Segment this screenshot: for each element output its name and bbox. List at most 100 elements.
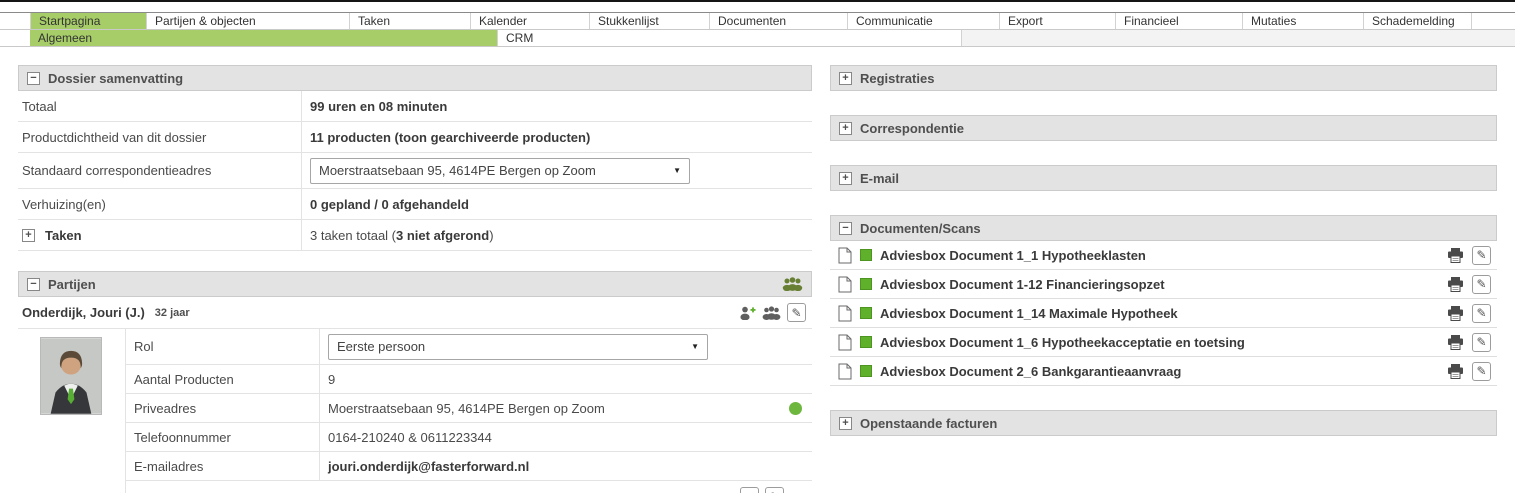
tab-communicatie[interactable]: Communicatie	[848, 13, 1000, 29]
value-text: 99 uren en 08 minuten	[310, 98, 448, 114]
chevron-down-icon: ▼	[691, 342, 699, 351]
row-value: 9	[320, 372, 812, 387]
document-title[interactable]: Adviesbox Document 1_1 Hypotheeklasten	[880, 248, 1146, 263]
person-footer-actions: + ✎	[126, 481, 812, 493]
person-name[interactable]: Onderdijk, Jouri (J.)	[22, 305, 145, 320]
person-row: Onderdijk, Jouri (J.) 32 jaar ✎	[18, 297, 812, 329]
document-row[interactable]: Adviesbox Document 1_14 Maximale Hypothe…	[830, 299, 1497, 328]
status-square-green	[860, 365, 872, 377]
document-row[interactable]: Adviesbox Document 1_1 Hypotheeklasten ✎	[830, 241, 1497, 270]
expand-icon[interactable]: +	[839, 171, 852, 185]
expand-icon[interactable]: +	[839, 121, 852, 135]
print-icon[interactable]	[1447, 247, 1464, 263]
dossier-summary-header: − Dossier samenvatting	[18, 65, 812, 91]
row-value: 0 gepland / 0 afgehandeld	[302, 197, 812, 212]
document-row[interactable]: Adviesbox Document 1_6 Hypotheekacceptat…	[830, 328, 1497, 357]
collapse-icon[interactable]: −	[27, 71, 40, 85]
document-title[interactable]: Adviesbox Document 2_6 Bankgarantieaanvr…	[880, 364, 1181, 379]
tab-partijen-objecten[interactable]: Partijen & objecten	[147, 13, 350, 29]
tab-documenten[interactable]: Documenten	[710, 13, 848, 29]
edit-person-button[interactable]: ✎	[787, 303, 806, 322]
group-icon[interactable]	[782, 277, 803, 291]
table-row-correspondentieadres: Standaard correspondentieadres Moerstraa…	[18, 153, 812, 189]
label-text: Verhuizing(en)	[22, 196, 106, 212]
selected-option: Moerstraatsebaan 95, 4614PE Bergen op Zo…	[319, 163, 596, 178]
edit-document-button[interactable]: ✎	[1472, 245, 1491, 265]
document-row[interactable]: Adviesbox Document 1-12 Financieringsopz…	[830, 270, 1497, 299]
collapse-icon[interactable]: −	[839, 221, 852, 235]
status-square-green	[860, 278, 872, 290]
edit-document-button[interactable]: ✎	[1472, 303, 1491, 323]
expand-icon[interactable]: +	[839, 416, 852, 430]
document-title[interactable]: Adviesbox Document 1_6 Hypotheekacceptat…	[880, 335, 1245, 350]
registraties-panel: + Registraties	[830, 65, 1497, 91]
print-icon[interactable]	[1447, 276, 1464, 292]
tab-mutaties[interactable]: Mutaties	[1243, 13, 1364, 29]
tab-stukkenlijst[interactable]: Stukkenlijst	[590, 13, 710, 29]
avatar	[40, 337, 102, 415]
panel-title: Correspondentie	[860, 120, 965, 136]
row-value: Eerste persoon ▼	[320, 333, 812, 360]
document-title[interactable]: Adviesbox Document 1_14 Maximale Hypothe…	[880, 306, 1178, 321]
openstaande-facturen-header: + Openstaande facturen	[830, 410, 1497, 436]
row-label: Rol	[126, 329, 320, 364]
tab-export[interactable]: Export	[1000, 13, 1116, 29]
group-icon[interactable]	[762, 305, 781, 320]
status-square-green	[860, 249, 872, 261]
add-button[interactable]: +	[740, 487, 759, 493]
pencil-icon: ✎	[1476, 335, 1487, 349]
documenten-scans-panel: − Documenten/Scans Adviesbox Document 1_…	[830, 215, 1497, 386]
tab-kalender[interactable]: Kalender	[471, 13, 590, 29]
collapse-icon[interactable]: −	[27, 277, 40, 291]
table-row-productdichtheid: Productdichtheid van dit dossier 11 prod…	[18, 122, 812, 153]
pencil-icon: ✎	[791, 305, 802, 320]
row-label: Aantal Producten	[126, 365, 320, 393]
archived-products-link[interactable]: 11 producten (toon gearchiveerde product…	[310, 130, 590, 145]
row-value: jouri.onderdijk@fasterforward.nl	[320, 459, 812, 474]
document-title[interactable]: Adviesbox Document 1-12 Financieringsopz…	[880, 277, 1165, 292]
edit-button[interactable]: ✎	[765, 487, 784, 493]
tab-algemeen[interactable]: Algemeen	[30, 30, 498, 46]
label-text: Totaal	[22, 98, 57, 114]
document-icon	[838, 247, 852, 264]
status-square-green	[860, 336, 872, 348]
expand-icon[interactable]: +	[22, 228, 35, 242]
email-link[interactable]: jouri.onderdijk@fasterforward.nl	[328, 459, 529, 474]
table-row-totaal: Totaal 99 uren en 08 minuten	[18, 91, 812, 122]
correspondence-address-select[interactable]: Moerstraatsebaan 95, 4614PE Bergen op Zo…	[310, 157, 690, 184]
pencil-icon: ✎	[1476, 306, 1487, 320]
email-panel: + E-mail	[830, 165, 1497, 191]
label-text: Rol	[134, 339, 154, 354]
tab-financieel[interactable]: Financieel	[1116, 13, 1243, 29]
value-bold-text: 3 niet afgerond	[396, 227, 490, 243]
value-text: 0164-210240 & 0611223344	[328, 429, 492, 445]
print-icon[interactable]	[1447, 363, 1464, 379]
add-person-icon[interactable]	[739, 306, 756, 320]
chevron-down-icon: ▼	[673, 166, 681, 175]
label-text: Priveadres	[134, 400, 197, 416]
pencil-icon: ✎	[1476, 277, 1487, 291]
tab-startpagina[interactable]: Startpagina	[30, 13, 147, 29]
edit-document-button[interactable]: ✎	[1472, 274, 1491, 294]
print-icon[interactable]	[1447, 334, 1464, 350]
avatar-cell	[40, 329, 126, 493]
table-row-rol: Rol Eerste persoon ▼	[126, 329, 812, 365]
status-dot-green[interactable]	[789, 401, 802, 415]
registraties-header: + Registraties	[830, 65, 1497, 91]
document-row[interactable]: Adviesbox Document 2_6 Bankgarantieaanvr…	[830, 357, 1497, 386]
tab-crm[interactable]: CRM	[498, 30, 962, 46]
value-text: 0 gepland / 0 afgehandeld	[310, 196, 469, 212]
tab-schademelding[interactable]: Schademelding	[1364, 13, 1472, 29]
crm-dossier-page: Startpagina Partijen & objecten Taken Ka…	[0, 0, 1515, 493]
print-icon[interactable]	[1447, 305, 1464, 321]
tab-taken[interactable]: Taken	[350, 13, 471, 29]
label-text: Standaard correspondentieadres	[22, 163, 212, 178]
panel-title: Partijen	[48, 276, 96, 292]
table-row-taken: + Taken 3 taken totaal (3 niet afgerond)	[18, 220, 812, 251]
expand-icon[interactable]: +	[839, 71, 852, 85]
role-select[interactable]: Eerste persoon ▼	[328, 333, 708, 360]
edit-document-button[interactable]: ✎	[1472, 361, 1491, 381]
edit-document-button[interactable]: ✎	[1472, 332, 1491, 352]
table-row-emailadres: E-mailadres jouri.onderdijk@fasterforwar…	[126, 452, 812, 481]
partijen-panel: − Partijen Onderdijk, Jouri (J.) 32 jaar	[18, 271, 812, 493]
